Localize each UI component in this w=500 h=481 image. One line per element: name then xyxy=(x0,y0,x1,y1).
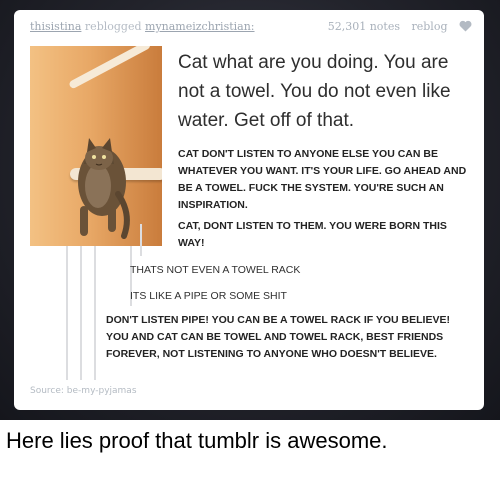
post-header: thisistina reblogged mynameizchristian: … xyxy=(30,20,472,36)
tumblr-post: thisistina reblogged mynameizchristian: … xyxy=(14,10,484,410)
source-link[interactable]: Source: be-my-pyjamas xyxy=(30,386,137,396)
reblogger-link[interactable]: thisistina xyxy=(30,20,81,33)
reblog-link[interactable]: reblog xyxy=(412,20,448,33)
image-caption: Here lies proof that tumblr is awesome. xyxy=(6,428,388,453)
post-actions: 52,301 notes reblog xyxy=(320,20,472,35)
heart-icon[interactable] xyxy=(459,20,472,35)
thread-line xyxy=(80,246,82,380)
reply-comment: CAT, DONT LISTEN TO THEM. YOU WERE BORN … xyxy=(178,220,447,249)
cat-icon xyxy=(78,138,130,239)
source-user-link[interactable]: mynameizchristian: xyxy=(145,20,255,33)
thread-line xyxy=(140,224,142,256)
thread-line xyxy=(66,246,68,380)
reply-comment: ITS LIKE A PIPE OR SOME SHIT xyxy=(130,290,287,302)
reply-comment: THATS NOT EVEN A TOWEL RACK xyxy=(130,264,301,276)
reply-comment: CAT DON'T LISTEN TO ANYONE ELSE YOU CAN … xyxy=(178,148,467,211)
reply-comment: DON'T LISTEN PIPE! YOU CAN BE A TOWEL RA… xyxy=(106,314,450,360)
post-quote: Cat what are you doing. You are not a to… xyxy=(178,52,451,131)
reblog-verb: reblogged xyxy=(84,20,142,33)
cat-photo xyxy=(30,46,162,246)
notes-count[interactable]: 52,301 notes xyxy=(328,20,400,33)
thread-line xyxy=(94,246,96,380)
